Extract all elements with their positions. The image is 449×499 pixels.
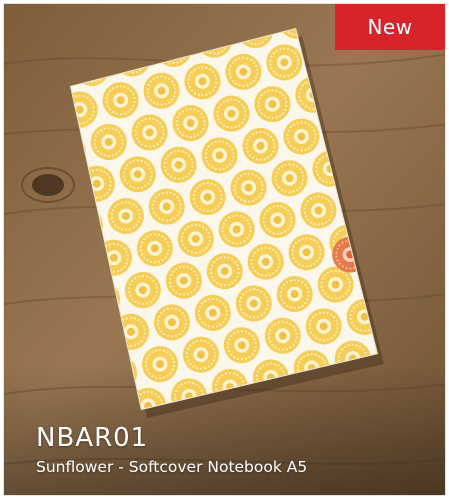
- product-code: NBAR01: [36, 423, 149, 453]
- product-title: Sunflower - Softcover Notebook A5: [36, 458, 308, 476]
- product-card[interactable]: New NBAR01 Sunflower - Softcover Noteboo…: [3, 3, 446, 496]
- product-caption: NBAR01 Sunflower - Softcover Notebook A5: [36, 423, 307, 477]
- new-badge: New: [335, 4, 445, 50]
